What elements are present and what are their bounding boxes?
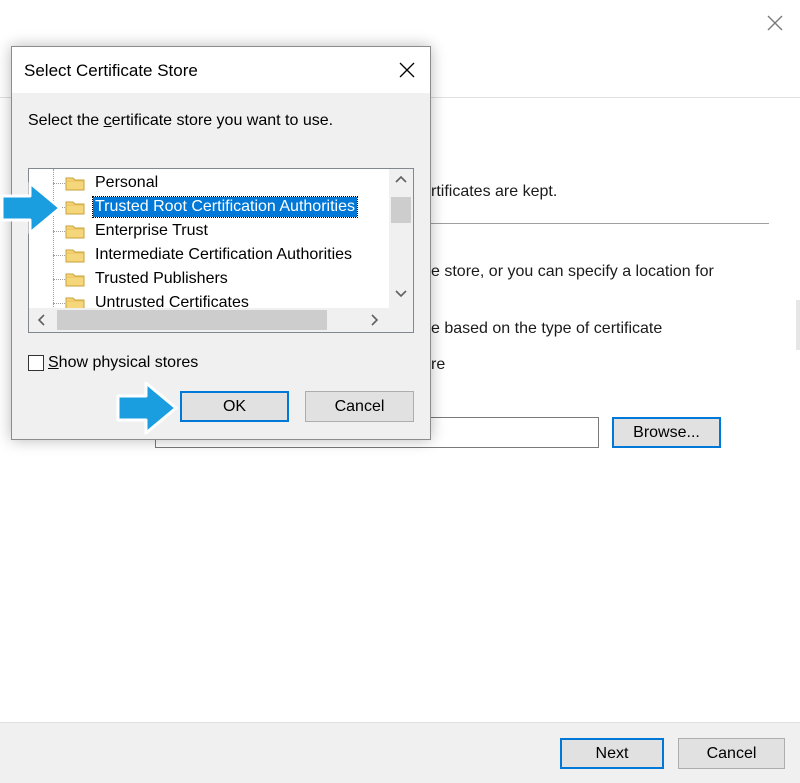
show-physical-stores-checkbox[interactable]: Show physical stores <box>28 352 198 374</box>
tree-item-label: Personal <box>95 174 159 191</box>
chevron-up-icon <box>395 175 407 183</box>
tree-connector <box>53 255 65 256</box>
browse-button[interactable]: Browse... <box>612 417 721 448</box>
certificate-store-tree[interactable]: Personal Trusted Root Certification Auth… <box>28 168 414 333</box>
tree-item-personal[interactable]: Personal <box>29 171 389 195</box>
wizard-description-line2: e store, or you can specify a location f… <box>431 263 714 280</box>
prompt-text-a: Select the <box>28 112 104 129</box>
close-icon <box>767 15 783 31</box>
scroll-up-button[interactable] <box>389 169 413 189</box>
scrollbar-corner <box>389 308 413 332</box>
wizard-close-button[interactable] <box>762 10 788 36</box>
select-certificate-store-dialog: Select Certificate Store Select the cert… <box>11 46 431 440</box>
checkbox-access-key: S <box>48 354 59 371</box>
tree-item-intermediate[interactable]: Intermediate Certification Authorities <box>29 243 389 267</box>
chevron-left-icon <box>37 314 45 326</box>
vertical-scrollbar[interactable] <box>389 169 413 308</box>
folder-icon <box>65 249 85 263</box>
chevron-right-icon <box>371 314 379 326</box>
tree-item-label: Enterprise Trust <box>95 222 208 239</box>
scroll-left-button[interactable] <box>29 308 53 332</box>
dialog-close-button[interactable] <box>392 56 422 84</box>
arrow-right-icon <box>116 381 178 435</box>
checkbox-box[interactable] <box>28 355 44 371</box>
prompt-access-key: c <box>103 112 112 129</box>
horizontal-scroll-thumb[interactable] <box>57 310 327 330</box>
tree-item-trusted-publishers[interactable]: Trusted Publishers <box>29 267 389 291</box>
prompt-text-b: ertificate store you want to use. <box>111 112 334 129</box>
wizard-description-line1: rtificates are kept. <box>431 183 558 200</box>
folder-icon <box>65 273 85 287</box>
chevron-down-icon <box>395 290 407 298</box>
wizard-option-auto: e based on the type of certificate <box>431 320 663 337</box>
tree-item-label: Trusted Publishers <box>95 270 228 287</box>
tree-item-trusted-root[interactable]: Trusted Root Certification Authorities <box>29 195 389 219</box>
window-edge <box>796 300 800 350</box>
wizard-option-place: re <box>431 356 446 373</box>
tree-item-label: Trusted Root Certification Authorities <box>92 196 358 218</box>
ok-button[interactable]: OK <box>180 391 289 422</box>
checkbox-label-text: how physical stores <box>58 354 199 371</box>
scroll-down-button[interactable] <box>389 284 413 304</box>
tree-item-label: Intermediate Certification Authorities <box>95 246 353 263</box>
arrow-right-icon <box>0 181 62 235</box>
tree-connector <box>53 303 65 304</box>
dialog-prompt: Select the certificate store you want to… <box>28 112 333 130</box>
horizontal-scrollbar[interactable] <box>29 308 389 332</box>
dialog-cancel-button[interactable]: Cancel <box>305 391 414 422</box>
close-icon <box>399 62 415 78</box>
wizard-cancel-button[interactable]: Cancel <box>678 738 785 769</box>
dialog-title: Select Certificate Store <box>24 61 198 80</box>
wizard-footer: Next Cancel <box>0 722 800 783</box>
tree-connector <box>53 279 65 280</box>
scroll-right-button[interactable] <box>363 308 387 332</box>
next-button[interactable]: Next <box>560 738 664 769</box>
vertical-scroll-thumb[interactable] <box>391 197 411 223</box>
show-physical-stores-label: Show physical stores <box>48 354 198 372</box>
tree-item-enterprise-trust[interactable]: Enterprise Trust <box>29 219 389 243</box>
dialog-titlebar: Select Certificate Store <box>12 47 430 93</box>
